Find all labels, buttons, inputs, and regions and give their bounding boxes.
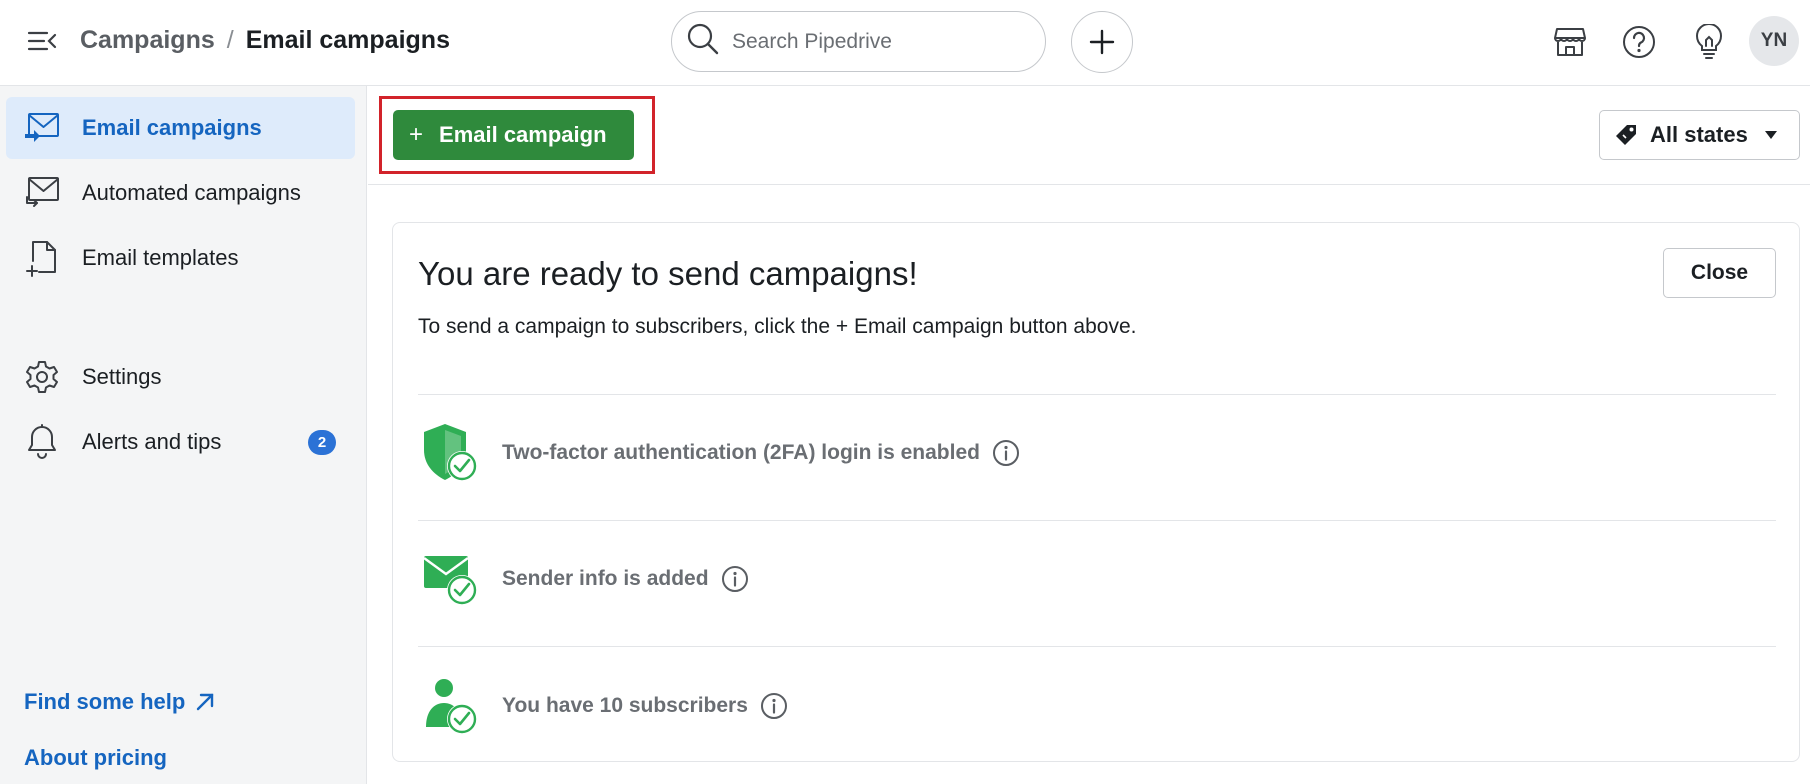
checklist-item-label: Sender info is added	[502, 567, 709, 590]
sidebar-item-label: Alerts and tips	[82, 429, 222, 454]
top-bar: Campaigns / Email campaigns YN	[0, 0, 1810, 86]
sidebar-item-label: Settings	[82, 364, 162, 389]
onboarding-card: You are ready to send campaigns! To send…	[392, 222, 1800, 762]
email-campaign-icon	[24, 110, 60, 146]
help-icon[interactable]	[1617, 20, 1661, 64]
sidebar-item-email-campaigns[interactable]: Email campaigns	[6, 97, 355, 159]
sidebar-item-automated-campaigns[interactable]: Automated campaigns	[6, 162, 355, 224]
card-description: To send a campaign to subscribers, click…	[418, 315, 1137, 338]
search-icon	[686, 22, 720, 61]
search-input[interactable]	[732, 29, 1022, 54]
envelope-check-icon	[418, 547, 482, 611]
divider	[418, 520, 1776, 521]
state-filter-dropdown[interactable]: All states	[1599, 110, 1800, 160]
bell-icon	[24, 424, 60, 460]
add-email-campaign-label: Email campaign	[439, 122, 607, 147]
find-help-link[interactable]: Find some help	[24, 689, 215, 715]
checklist-item-label: Two-factor authentication (2FA) login is…	[502, 441, 980, 464]
breadcrumb-campaigns[interactable]: Campaigns	[80, 26, 215, 55]
external-link-icon	[195, 692, 215, 712]
checklist-item-label: You have 10 subscribers	[502, 694, 748, 717]
search-box[interactable]	[671, 11, 1046, 72]
sidebar-item-email-templates[interactable]: Email templates	[6, 227, 355, 289]
page-title: Email campaigns	[245, 25, 450, 54]
close-button[interactable]: Close	[1663, 248, 1776, 298]
breadcrumb: Campaigns / Email campaigns	[80, 22, 450, 58]
info-icon[interactable]	[760, 692, 788, 720]
lightbulb-icon[interactable]	[1687, 20, 1731, 64]
find-help-label: Find some help	[24, 689, 186, 714]
caret-down-icon	[1764, 130, 1778, 140]
automated-campaign-icon	[24, 175, 60, 211]
person-check-icon	[418, 674, 482, 738]
divider	[418, 394, 1776, 395]
add-email-campaign-button[interactable]: + Email campaign	[393, 110, 634, 160]
info-icon[interactable]	[992, 439, 1020, 467]
about-pricing-link[interactable]: About pricing	[24, 745, 167, 771]
card-title: You are ready to send campaigns!	[418, 255, 918, 292]
gear-icon	[24, 359, 60, 395]
document-add-icon	[24, 240, 60, 277]
alerts-count-badge: 2	[308, 430, 336, 455]
plus-icon: +	[409, 121, 424, 148]
checklist-item: Two-factor authentication (2FA) login is…	[418, 413, 1776, 493]
collapse-menu-icon[interactable]	[24, 26, 60, 56]
checklist-item: You have 10 subscribers	[418, 666, 1776, 746]
plus-icon	[1089, 29, 1115, 55]
sidebar-item-alerts-and-tips[interactable]: Alerts and tips 2	[6, 411, 355, 473]
sidebar: Email campaigns Automated campaigns Emai…	[0, 86, 367, 784]
info-icon[interactable]	[721, 565, 749, 593]
avatar[interactable]: YN	[1749, 16, 1799, 66]
marketplace-icon[interactable]	[1548, 20, 1592, 64]
tag-icon	[1614, 123, 1638, 147]
sidebar-item-label: Automated campaigns	[82, 180, 301, 205]
divider	[418, 646, 1776, 647]
quick-add-button[interactable]	[1071, 11, 1133, 73]
sidebar-item-label: Email templates	[82, 245, 239, 270]
state-filter-label: All states	[1650, 122, 1748, 147]
shield-check-icon	[418, 421, 482, 485]
checklist-item: Sender info is added	[418, 539, 1776, 619]
sidebar-item-settings[interactable]: Settings	[6, 346, 355, 408]
about-pricing-label: About pricing	[24, 745, 167, 770]
breadcrumb-separator: /	[226, 25, 234, 54]
sidebar-item-label: Email campaigns	[82, 115, 262, 140]
